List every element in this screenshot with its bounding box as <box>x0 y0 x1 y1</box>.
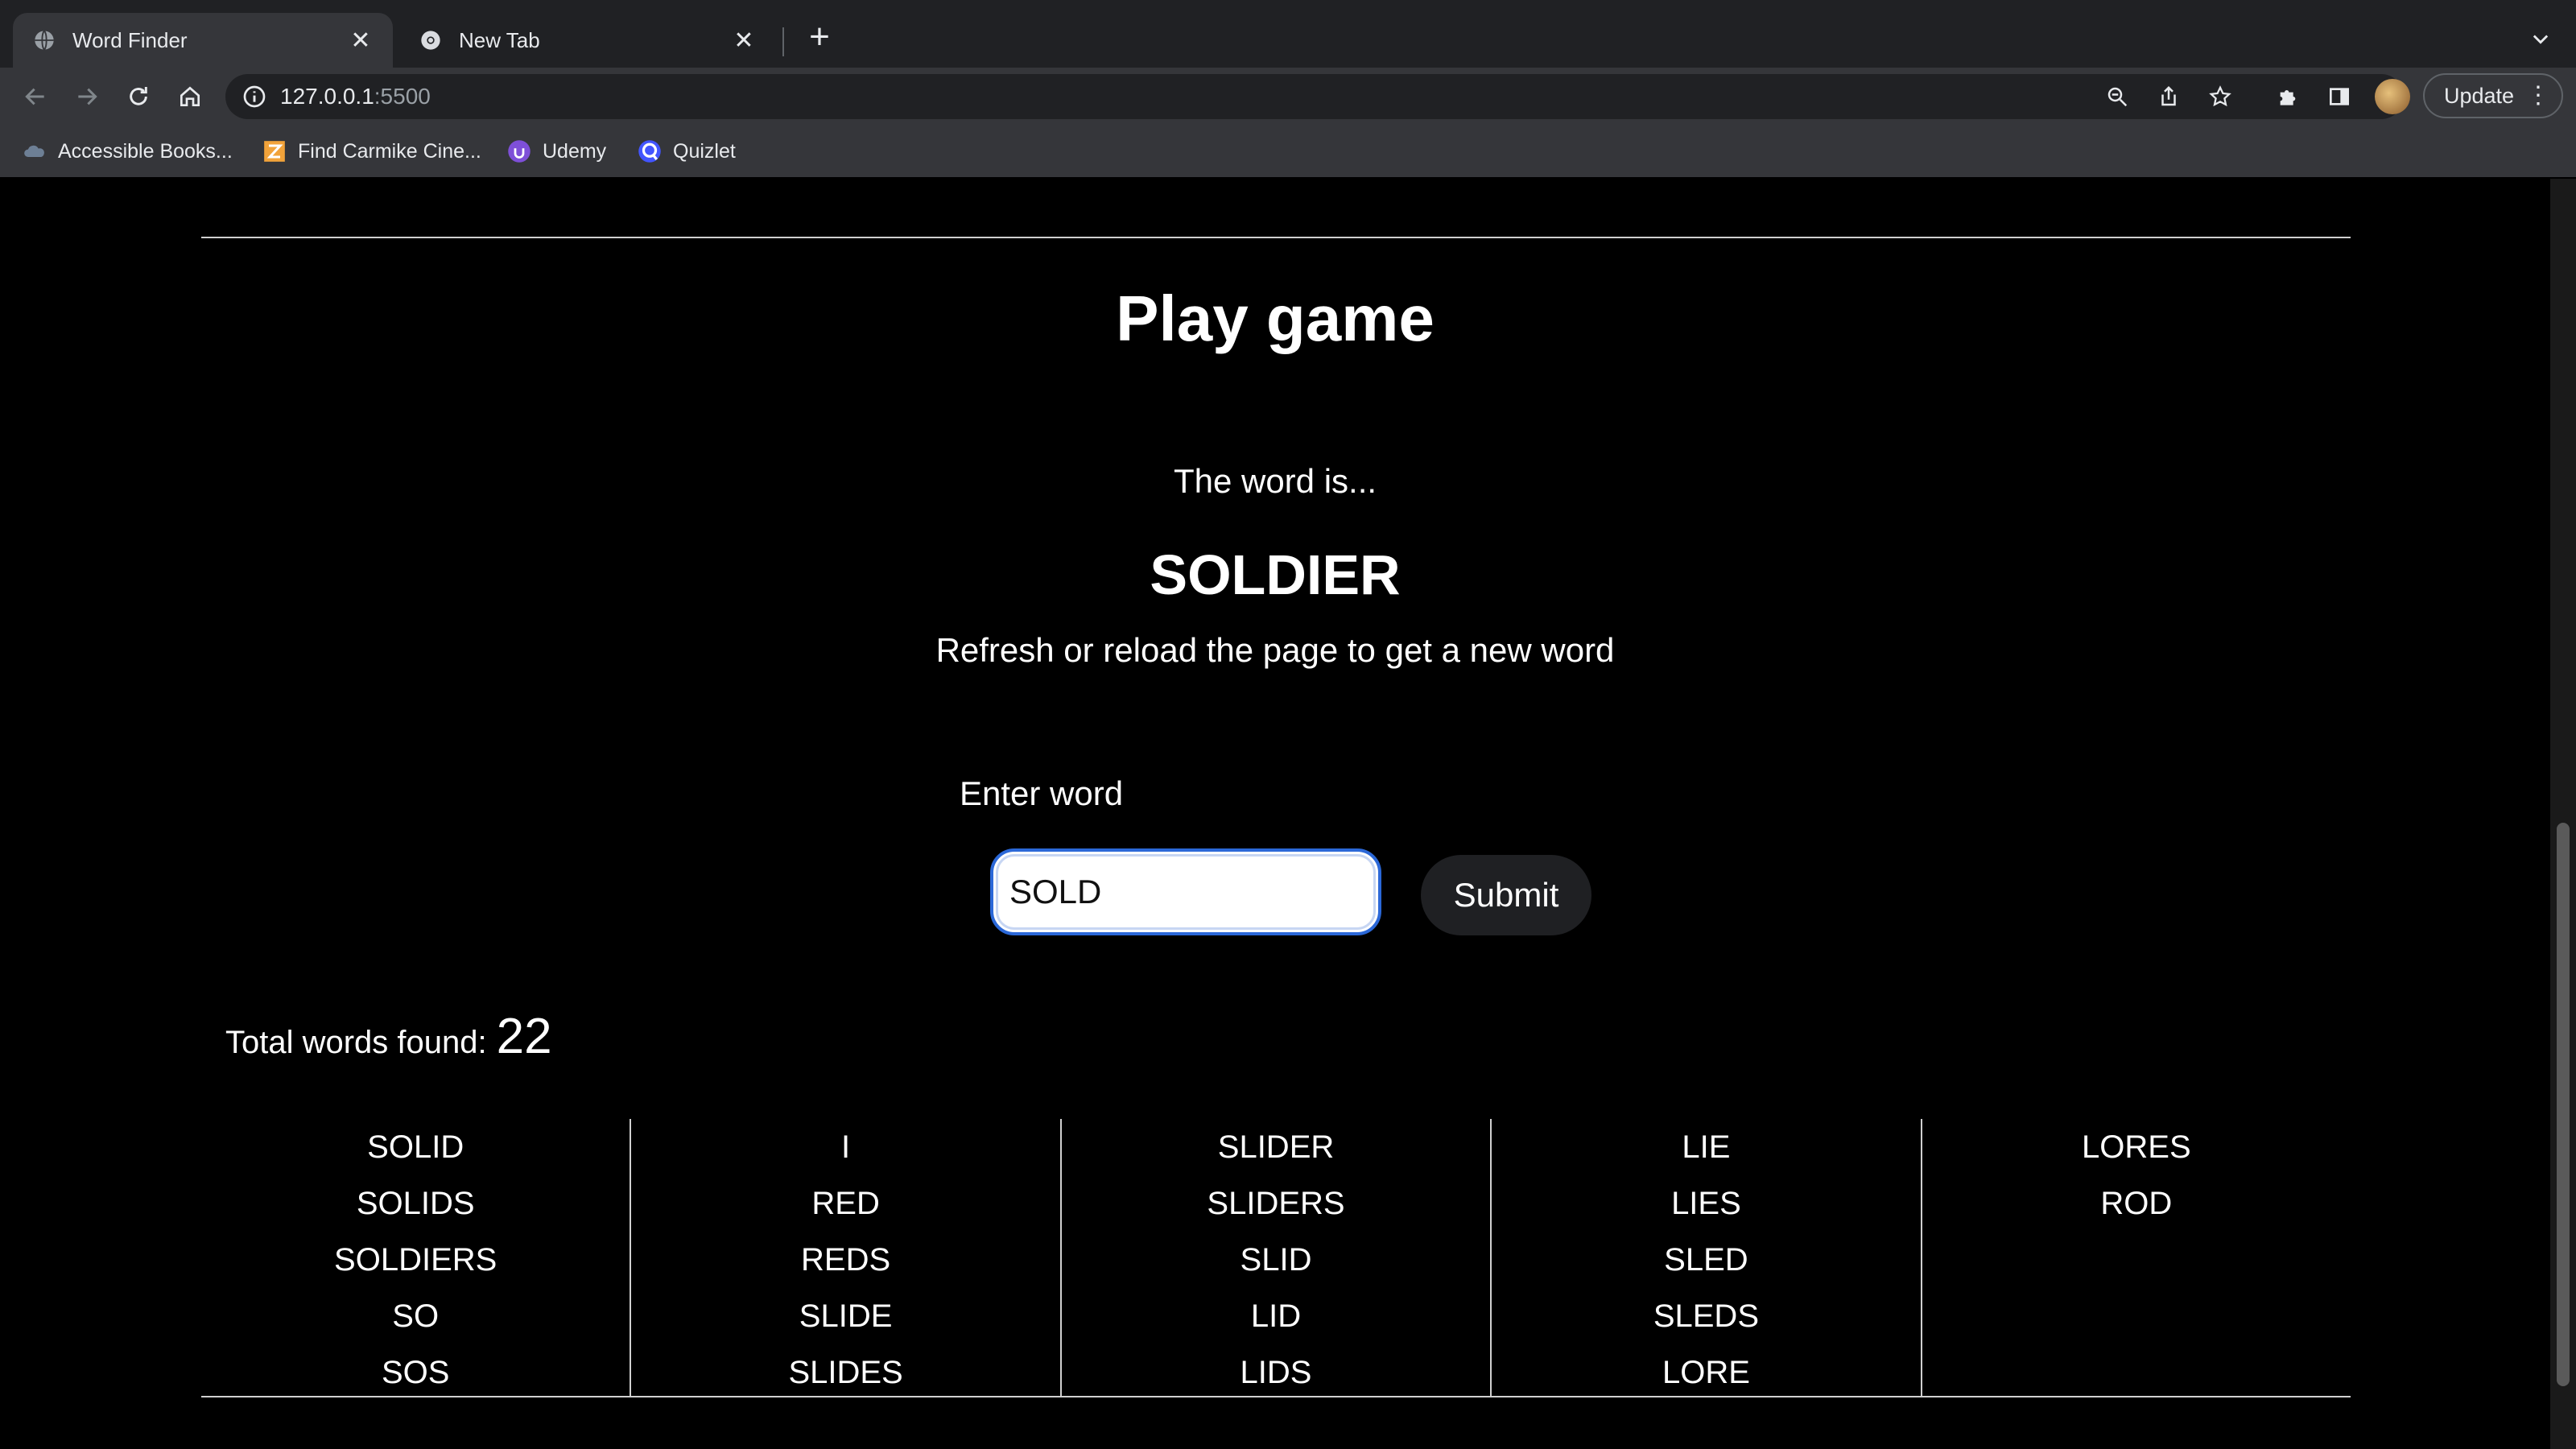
browser-chrome: Word Finder ✕ New Tab ✕ + 127.0.0.1:5500… <box>0 0 2576 179</box>
found-word: SLID <box>1240 1242 1312 1278</box>
profile-avatar[interactable] <box>2375 79 2410 114</box>
submit-button[interactable]: Submit <box>1421 855 1591 935</box>
quizlet-icon <box>638 139 662 163</box>
reload-icon[interactable] <box>121 79 156 114</box>
page-title: Play game <box>1116 283 1435 354</box>
more-menu-icon[interactable]: ⋮ <box>2526 81 2550 110</box>
word-intro: The word is... <box>1173 462 1377 500</box>
site-info-icon[interactable] <box>242 84 267 109</box>
word-input[interactable] <box>990 848 1381 935</box>
word-column: SOLID SOLIDS SOLDIERS SO SOS <box>201 1119 630 1396</box>
bookmark-udemy[interactable]: Udemy <box>507 135 606 167</box>
total-label: Total words found: <box>225 1025 487 1060</box>
back-arrow-icon[interactable] <box>18 79 53 114</box>
update-button[interactable]: Update ⋮ <box>2423 73 2563 118</box>
found-word: ROD <box>2100 1186 2173 1221</box>
tab-title: Word Finder <box>72 27 188 52</box>
input-label: Enter word <box>960 774 1124 812</box>
update-label: Update <box>2444 83 2515 108</box>
address-bar[interactable]: 127.0.0.1:5500 <box>225 74 2404 119</box>
found-word: SOLID <box>367 1129 464 1165</box>
side-panel-icon[interactable] <box>2322 79 2357 114</box>
found-word: SLIDER <box>1217 1129 1335 1165</box>
divider <box>201 237 2351 238</box>
close-icon[interactable]: ✕ <box>348 27 374 54</box>
cloud-icon <box>23 139 47 163</box>
forward-arrow-icon[interactable] <box>69 79 105 114</box>
share-icon[interactable] <box>2154 82 2183 111</box>
total-count: 22 <box>496 1009 552 1064</box>
found-word: SLIDE <box>799 1298 893 1334</box>
zoom-icon[interactable] <box>2103 82 2132 111</box>
word-column: I RED REDS SLIDE SLIDES <box>630 1119 1059 1396</box>
chrome-icon <box>419 28 443 52</box>
home-icon[interactable] <box>172 79 208 114</box>
udemy-icon <box>507 139 531 163</box>
toolbar: 127.0.0.1:5500 Update ⋮ <box>0 68 2576 126</box>
found-word: RED <box>811 1186 880 1221</box>
found-word: LORE <box>1662 1355 1750 1390</box>
found-word: I <box>841 1129 851 1165</box>
target-word: SOLDIER <box>1150 543 1401 606</box>
total-words-found: Total words found: 22 <box>225 1008 552 1065</box>
word-column: LORES ROD <box>1920 1119 2351 1396</box>
chevron-down-icon[interactable] <box>2523 21 2558 56</box>
bookmark-carmike[interactable]: Find Carmike Cine... <box>262 135 481 167</box>
found-words-table: SOLID SOLIDS SOLDIERS SO SOS I RED REDS … <box>201 1119 2351 1397</box>
refresh-hint: Refresh or reload the page to get a new … <box>935 631 1615 669</box>
close-icon[interactable]: ✕ <box>731 27 757 54</box>
tab-bar: Word Finder ✕ New Tab ✕ + <box>0 0 2576 68</box>
found-word: SO <box>392 1298 440 1334</box>
found-word: SOS <box>381 1355 450 1390</box>
globe-icon <box>32 28 56 52</box>
found-word: REDS <box>801 1242 891 1278</box>
bookmark-star-icon[interactable] <box>2206 82 2235 111</box>
bookmark-accessible-books[interactable]: Accessible Books... <box>23 135 233 167</box>
tab-new-tab[interactable]: New Tab ✕ <box>399 13 776 68</box>
carmike-icon <box>262 139 287 163</box>
found-word: LIDS <box>1240 1355 1312 1390</box>
found-word: LIE <box>1682 1129 1731 1165</box>
found-word: SLED <box>1664 1242 1748 1278</box>
found-word: LID <box>1250 1298 1302 1334</box>
tab-divider <box>782 27 784 56</box>
scrollbar-thumb[interactable] <box>2557 823 2570 1386</box>
word-column: LIE LIES SLED SLEDS LORE <box>1490 1119 1920 1396</box>
bookmark-quizlet[interactable]: Quizlet <box>638 135 736 167</box>
tab-word-finder[interactable]: Word Finder ✕ <box>13 13 393 68</box>
url-text: 127.0.0.1:5500 <box>280 84 431 109</box>
bookmarks-bar: Accessible Books... Find Carmike Cine...… <box>0 126 2576 179</box>
scrollbar[interactable] <box>2550 179 2576 1449</box>
found-word: SOLDIERS <box>334 1242 497 1278</box>
found-word: SOLIDS <box>356 1186 475 1221</box>
found-word: SLIDERS <box>1207 1186 1345 1221</box>
found-word: LIES <box>1671 1186 1741 1221</box>
found-word: LORES <box>2082 1129 2191 1165</box>
new-tab-plus-icon[interactable]: + <box>802 17 837 56</box>
page-content: Play game The word is... SOLDIER Refresh… <box>0 179 2550 1449</box>
found-word: SLIDES <box>788 1355 903 1390</box>
extensions-puzzle-icon[interactable] <box>2270 79 2306 114</box>
word-column: SLIDER SLIDERS SLID LID LIDS <box>1059 1119 1490 1396</box>
tab-title: New Tab <box>459 27 540 52</box>
found-word: SLEDS <box>1653 1298 1759 1334</box>
